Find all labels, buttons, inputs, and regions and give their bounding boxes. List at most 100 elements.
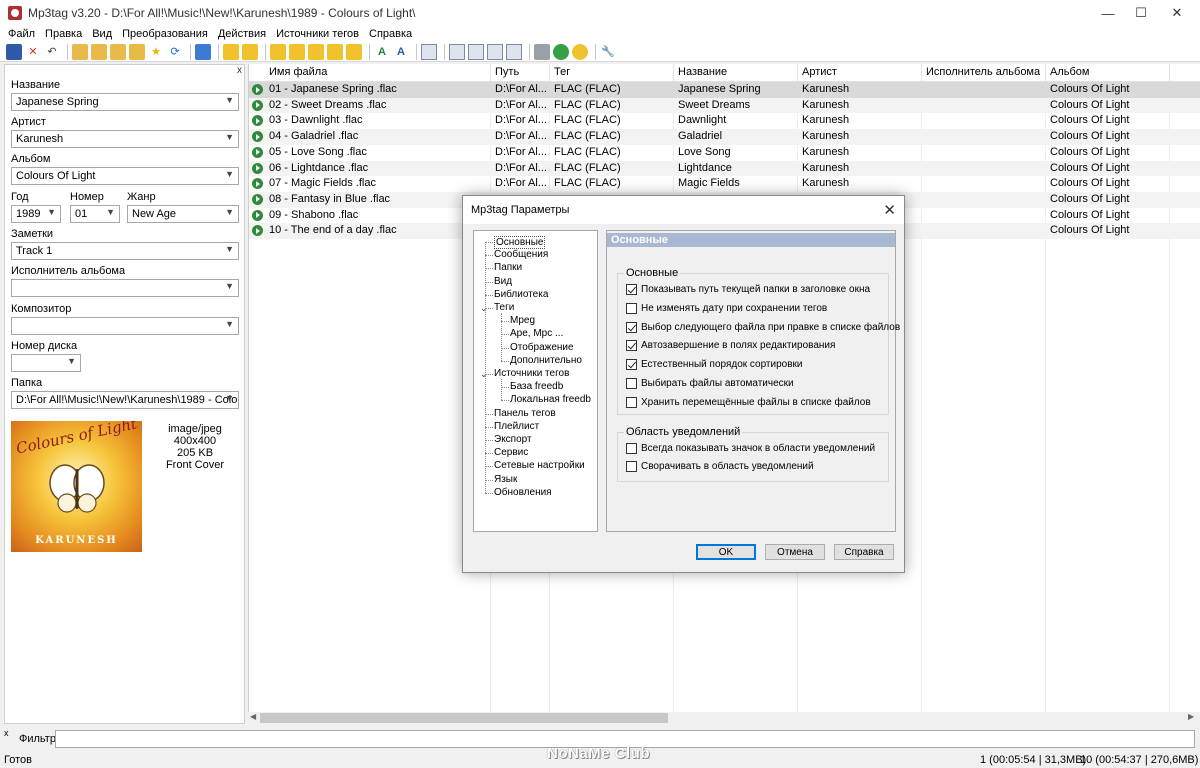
table-row[interactable]: 01 - Japanese Spring .flac D:\For Al... FL… bbox=[249, 82, 1200, 98]
checkbox-unchecked-icon[interactable] bbox=[626, 443, 637, 454]
tree-item[interactable]: База freedb bbox=[510, 381, 563, 392]
globe-icon[interactable] bbox=[553, 43, 569, 60]
tree-item[interactable]: Экспорт bbox=[494, 434, 532, 445]
option-checkbox[interactable]: Естественный порядок сортировки bbox=[626, 359, 803, 371]
table-row[interactable]: 07 - Magic Fields .flac D:\For Al... FLAC … bbox=[249, 176, 1200, 192]
discogs-icon[interactable] bbox=[449, 43, 465, 60]
autonumber-icon[interactable] bbox=[346, 43, 362, 60]
tree-item[interactable]: Сообщения bbox=[494, 249, 548, 260]
tree-item[interactable]: Mpeg bbox=[510, 315, 535, 326]
dialog-close-icon[interactable]: ✕ bbox=[883, 201, 896, 219]
option-checkbox[interactable]: Не изменять дату при сохранении тегов bbox=[626, 302, 827, 314]
tree-item[interactable]: Язык bbox=[494, 474, 517, 485]
title-field[interactable]: Japanese Spring ▼ bbox=[11, 93, 239, 111]
column-album[interactable]: Альбом bbox=[1046, 64, 1170, 82]
scroll-left-icon[interactable]: ◀ bbox=[250, 712, 256, 721]
folder-field[interactable]: D:\For All!\Music!\New!\Karunesh\1989 - … bbox=[11, 391, 239, 409]
track-field[interactable]: 01 ▼ bbox=[70, 205, 120, 223]
comment-field[interactable]: Track 1 ▼ bbox=[11, 242, 239, 260]
tree-item[interactable]: Папки bbox=[494, 262, 522, 273]
tree-item[interactable]: Ape, Mpc ... bbox=[510, 328, 563, 339]
favorite-icon[interactable]: ★ bbox=[148, 44, 164, 60]
table-row[interactable]: 04 - Galadriel .flac D:\For Al... FLAC (FL… bbox=[249, 129, 1200, 145]
edit-icon[interactable]: A bbox=[374, 44, 390, 60]
menu-view[interactable]: Вид bbox=[87, 28, 117, 40]
close-filter-icon[interactable]: x bbox=[4, 728, 9, 738]
tree-item[interactable]: Сервис bbox=[494, 447, 528, 458]
tree-item[interactable]: Теги bbox=[494, 302, 514, 313]
close-window-button[interactable]: ✕ bbox=[1154, 0, 1200, 26]
column-artist[interactable]: Артист bbox=[798, 64, 922, 82]
option-checkbox[interactable]: Выбор следующего файла при правке в спис… bbox=[626, 321, 900, 333]
paste-tag-icon[interactable] bbox=[242, 43, 258, 60]
album-field[interactable]: Colours Of Light ▼ bbox=[11, 167, 239, 185]
tree-item[interactable]: Основные bbox=[494, 236, 546, 249]
option-checkbox[interactable]: Выбирать файлы автоматически bbox=[626, 378, 794, 389]
tag-to-filename-icon[interactable] bbox=[270, 43, 286, 60]
refresh-icon[interactable]: ⟳ bbox=[167, 44, 183, 60]
disc-number-field[interactable]: ▼ bbox=[11, 354, 81, 372]
import-icon[interactable] bbox=[129, 43, 145, 60]
tree-item[interactable]: Вид bbox=[494, 276, 512, 287]
save-icon[interactable] bbox=[6, 43, 22, 60]
chevron-down-icon[interactable]: ⌄ bbox=[480, 303, 488, 314]
checkbox-unchecked-icon[interactable] bbox=[626, 396, 637, 408]
option-checkbox[interactable]: Всегда показывать значок в области уведо… bbox=[626, 443, 875, 454]
menu-convert[interactable]: Преобразования bbox=[117, 28, 213, 40]
year-field[interactable]: 1989 ▼ bbox=[11, 205, 61, 223]
checkbox-checked-icon[interactable] bbox=[626, 359, 637, 371]
add-folder-icon[interactable] bbox=[91, 43, 107, 60]
checkbox-checked-icon[interactable] bbox=[626, 340, 637, 352]
open-folder-icon[interactable] bbox=[72, 43, 88, 60]
menu-actions[interactable]: Действия bbox=[213, 28, 271, 40]
column-title[interactable]: Название bbox=[674, 64, 798, 82]
case-convert-icon[interactable] bbox=[327, 43, 343, 60]
table-row[interactable]: 02 - Sweet Dreams .flac D:\For Al... FLAC … bbox=[249, 97, 1200, 114]
tree-item[interactable]: Обновления bbox=[494, 487, 552, 498]
column-filename[interactable]: Имя файла bbox=[265, 64, 491, 82]
tree-item[interactable]: Дополнительно bbox=[510, 355, 582, 366]
undo-icon[interactable]: ↶ bbox=[44, 44, 60, 60]
musicbrainz-icon[interactable] bbox=[468, 43, 484, 60]
filename-to-tag-icon[interactable] bbox=[289, 43, 305, 60]
composer-field[interactable]: ▼ bbox=[11, 317, 239, 335]
tree-item[interactable]: Отображение bbox=[510, 342, 574, 353]
scroll-right-icon[interactable]: ▶ bbox=[1188, 712, 1194, 721]
playlist-icon[interactable] bbox=[195, 43, 211, 60]
checkbox-unchecked-icon[interactable] bbox=[626, 378, 637, 389]
checkbox-checked-icon[interactable] bbox=[626, 284, 637, 295]
tree-item[interactable]: Локальная freedb bbox=[510, 394, 591, 405]
option-checkbox[interactable]: Показывать путь текущей папки в заголовк… bbox=[626, 284, 870, 295]
column-tag[interactable]: Тег bbox=[550, 64, 674, 82]
web-icon[interactable] bbox=[487, 43, 503, 60]
export-icon[interactable] bbox=[110, 43, 126, 60]
close-panel-icon[interactable]: x bbox=[237, 65, 242, 76]
tag-sources-icon[interactable]: A bbox=[393, 44, 409, 60]
column-path[interactable]: Путь bbox=[491, 64, 550, 82]
tree-item[interactable]: Сетевые настройки bbox=[494, 460, 585, 471]
table-row[interactable]: 05 - Love Song .flac D:\For Al... FLAC (FL… bbox=[249, 145, 1200, 161]
chevron-down-icon[interactable]: ⌄ bbox=[480, 369, 488, 380]
genre-field[interactable]: New Age ▼ bbox=[127, 205, 239, 223]
freedb-icon[interactable] bbox=[421, 43, 437, 60]
menu-help[interactable]: Справка bbox=[364, 28, 417, 40]
horizontal-scrollbar[interactable]: ◀ ▶ bbox=[248, 712, 1200, 724]
copy-tag-icon[interactable] bbox=[223, 43, 239, 60]
option-checkbox[interactable]: Автозавершение в полях редактирования bbox=[626, 340, 835, 352]
menu-tag-sources[interactable]: Источники тегов bbox=[271, 28, 364, 40]
option-checkbox[interactable]: Сворачивать в область уведомлений bbox=[626, 461, 814, 472]
help-button[interactable]: Справка bbox=[834, 544, 894, 560]
checkbox-unchecked-icon[interactable] bbox=[626, 302, 637, 314]
menu-edit[interactable]: Правка bbox=[40, 28, 87, 40]
ok-button[interactable]: OK bbox=[696, 544, 756, 560]
artist-field[interactable]: Karunesh ▼ bbox=[11, 130, 239, 148]
text-list-icon[interactable] bbox=[506, 43, 522, 60]
table-row[interactable]: 03 - Dawnlight .flac D:\For Al... FLAC (FL… bbox=[249, 113, 1200, 129]
print-icon[interactable] bbox=[534, 43, 550, 60]
cover-art[interactable]: Colours of Light KARUNESH bbox=[11, 421, 142, 552]
album-artist-field[interactable]: ▼ bbox=[11, 279, 239, 297]
tree-item[interactable]: Библиотека bbox=[494, 289, 548, 300]
menu-file[interactable]: Файл bbox=[3, 28, 40, 40]
cancel-button[interactable]: Отмена bbox=[765, 544, 825, 560]
checkbox-checked-icon[interactable] bbox=[626, 321, 637, 333]
